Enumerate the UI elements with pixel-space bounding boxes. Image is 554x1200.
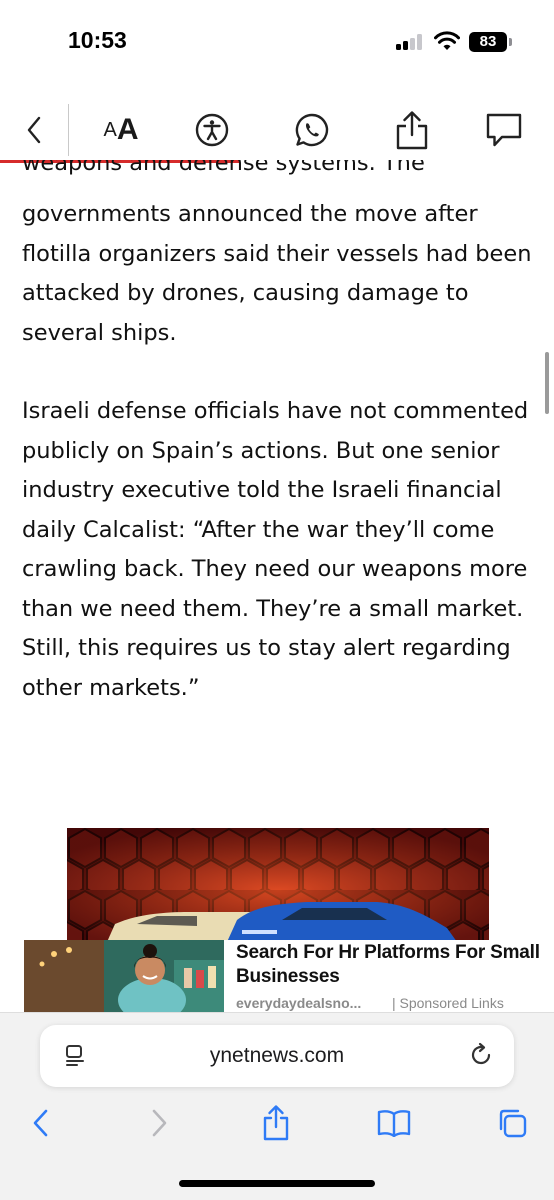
chevron-left-icon: [27, 116, 41, 144]
hexagon-pattern-image: [67, 828, 489, 942]
address-bar[interactable]: ynetnews.com: [40, 1025, 514, 1087]
share-icon: [396, 111, 428, 150]
article-toolbar: AA: [0, 100, 554, 162]
browser-nav-row: [0, 1103, 554, 1143]
back-button[interactable]: [12, 100, 56, 160]
forward-arrow-icon: [152, 1109, 167, 1137]
browser-share-button[interactable]: [256, 1103, 296, 1143]
font-size-button[interactable]: AA: [96, 100, 146, 160]
ad-banner-image[interactable]: [67, 828, 489, 942]
sponsored-link[interactable]: Search For Hr Platforms For Small Busine…: [22, 940, 554, 1012]
whatsapp-icon: [295, 113, 329, 147]
bookmarks-button[interactable]: [374, 1103, 414, 1143]
sponsored-thumbnail: [24, 940, 224, 1012]
font-size-small-label: A: [103, 118, 117, 141]
clipped-text: weapons and defense systems. The: [22, 160, 425, 176]
article-paragraph: Israeli defense officials have not comme…: [22, 398, 529, 701]
back-arrow-icon: [33, 1109, 48, 1137]
url-text: ynetnews.com: [209, 1044, 345, 1067]
reload-icon[interactable]: [468, 1042, 494, 1068]
comment-icon: [486, 113, 522, 147]
browser-bottom-bar: ynetnews.com: [0, 1012, 554, 1200]
cellular-signal-icon: [396, 34, 424, 50]
sponsored-label: | Sponsored Links: [392, 995, 504, 1011]
tabs-icon: [499, 1109, 527, 1138]
share-button[interactable]: [390, 100, 434, 160]
bookmarks-icon: [377, 1110, 411, 1137]
article-paragraph: governments announced the move after flo…: [22, 201, 532, 346]
back-arrow-button[interactable]: [20, 1103, 60, 1143]
sponsored-title[interactable]: Search For Hr Platforms For Small Busine…: [236, 941, 546, 989]
sponsored-source: everydaydealsno...: [236, 995, 362, 1011]
tabs-button[interactable]: [492, 1103, 532, 1143]
accessibility-icon: [195, 113, 229, 147]
article-body: governments announced the move after flo…: [22, 195, 532, 747]
forward-arrow-button[interactable]: [140, 1103, 180, 1143]
toolbar-divider: [68, 104, 69, 156]
battery-icon: 83: [469, 32, 512, 52]
font-size-big-label: A: [116, 113, 139, 146]
wifi-icon: [434, 31, 460, 50]
accessibility-button[interactable]: [190, 100, 234, 160]
comment-button[interactable]: [482, 100, 526, 160]
whatsapp-button[interactable]: [290, 100, 334, 160]
status-time: 10:53: [68, 27, 127, 53]
clipped-text-line: weapons and defense systems. The: [22, 160, 532, 190]
status-bar: 10:53 83: [0, 0, 554, 84]
scroll-indicator[interactable]: [545, 352, 549, 414]
share-icon: [263, 1105, 289, 1141]
home-indicator: [179, 1180, 375, 1187]
